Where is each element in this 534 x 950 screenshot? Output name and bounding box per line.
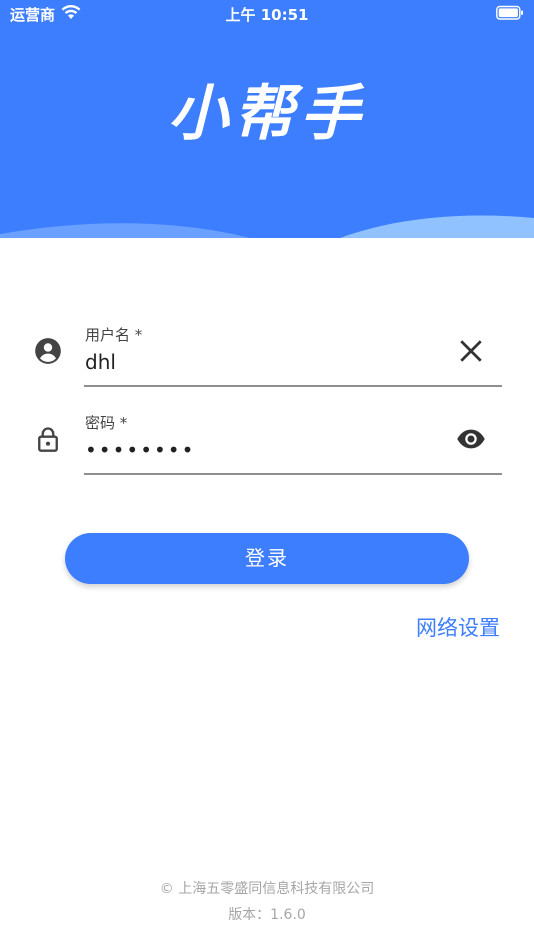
status-bar: 运营商 上午 10:51 [0, 0, 534, 28]
company-copyright: © 上海五零盛同信息科技有限公司 [159, 881, 375, 897]
account-circle-icon [35, 338, 61, 364]
network-settings-link[interactable]: 网络设置 [416, 612, 500, 642]
username-label: 用户名 * [85, 326, 143, 344]
password-underline [84, 473, 502, 475]
username-input[interactable] [85, 347, 445, 377]
lock-icon [38, 427, 58, 452]
username-field: 用户名 * [0, 320, 534, 390]
username-underline [84, 385, 502, 387]
password-input[interactable] [85, 435, 445, 465]
battery-icon [496, 5, 523, 20]
version-label: 版本：1.6.0 [228, 907, 306, 923]
password-field: 密码 * [0, 408, 534, 478]
header-wave [0, 215, 534, 238]
clear-icon[interactable] [456, 336, 486, 366]
status-time: 上午 10:51 [225, 6, 309, 24]
password-label: 密码 * [85, 414, 128, 432]
login-button[interactable]: 登录 [65, 533, 469, 584]
login-screen: 运营商 上午 10:51 小帮手 用户名 * dhl 密码 * ••••••••… [0, 0, 534, 950]
header-banner: 运营商 上午 10:51 小帮手 [0, 0, 534, 238]
eye-icon[interactable] [456, 424, 486, 454]
app-logo: 小帮手 [168, 79, 366, 149]
